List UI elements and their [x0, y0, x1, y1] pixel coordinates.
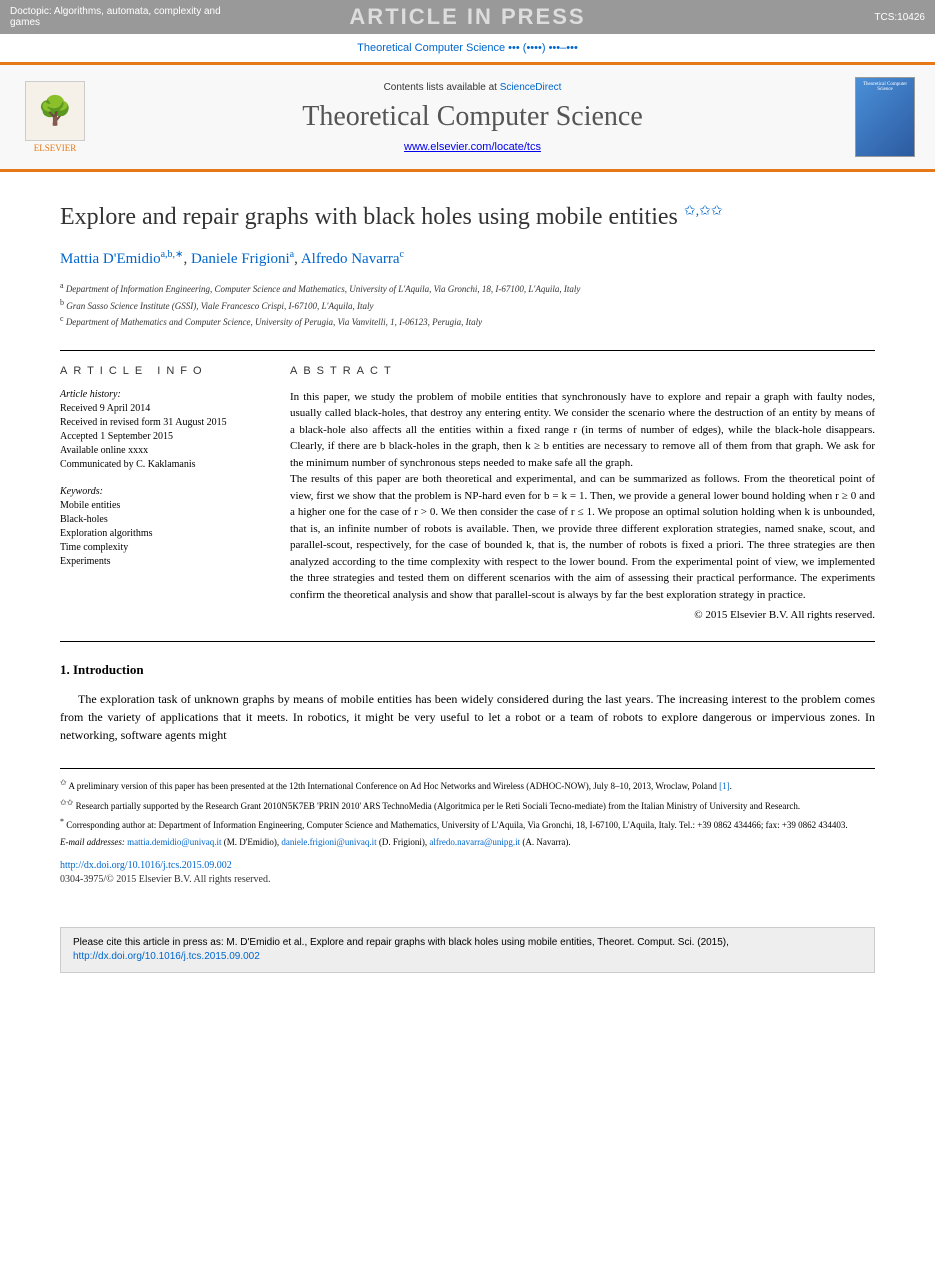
affiliation: a Department of Information Engineering,… [60, 280, 875, 297]
elsevier-logo: 🌳 ELSEVIER [20, 77, 90, 157]
doctopic-label: Doctopic: Algorithms, automata, complexi… [10, 6, 239, 28]
abstract-block: ABSTRACT In this paper, we study the pro… [290, 365, 875, 622]
section-divider [60, 641, 875, 642]
article-info-heading: ARTICLE INFO [60, 365, 260, 377]
keywords-label: Keywords: [60, 486, 260, 497]
press-header-bar: Doctopic: Algorithms, automata, complexi… [0, 0, 935, 34]
issn-line: 0304-3975/© 2015 Elsevier B.V. All right… [60, 873, 875, 887]
article-in-press-label: ARTICLE IN PRESS [239, 4, 697, 30]
keyword: Experiments [60, 555, 260, 569]
citation-box: Please cite this article in press as: M.… [60, 927, 875, 973]
abstract-heading: ABSTRACT [290, 365, 875, 377]
email-link[interactable]: daniele.frigioni@univaq.it [281, 837, 376, 847]
keyword: Mobile entities [60, 499, 260, 513]
history-item: Received in revised form 31 August 2015 [60, 416, 260, 430]
journal-url-link[interactable]: www.elsevier.com/locate/tcs [404, 141, 541, 153]
journal-title: Theoretical Computer Science [90, 101, 855, 133]
abstract-text: In this paper, we study the problem of m… [290, 389, 875, 604]
journal-reference: Theoretical Computer Science ••• (••••) … [0, 34, 935, 62]
affiliation: b Gran Sasso Science Institute (GSSI), V… [60, 297, 875, 314]
journal-center: Contents lists available at ScienceDirec… [90, 82, 855, 153]
author-link[interactable]: Mattia D'Emidio [60, 251, 161, 267]
article-title: Explore and repair graphs with black hol… [60, 202, 875, 233]
doi-link[interactable]: http://dx.doi.org/10.1016/j.tcs.2015.09.… [60, 860, 232, 871]
keyword: Black-holes [60, 513, 260, 527]
section-title: 1. Introduction [60, 662, 875, 678]
footnote: ✩ A preliminary version of this paper ha… [60, 777, 875, 793]
email-link[interactable]: alfredo.navarra@unipg.it [429, 837, 520, 847]
contents-available: Contents lists available at ScienceDirec… [90, 82, 855, 93]
history-item: Accepted 1 September 2015 [60, 430, 260, 444]
author-link[interactable]: Daniele Frigioni [191, 251, 290, 267]
keyword: Exploration algorithms [60, 527, 260, 541]
authors-list: Mattia D'Emidioa,b,∗, Daniele Frigionia,… [60, 249, 875, 268]
journal-cover-thumbnail: Theoretical Computer Science [855, 77, 915, 157]
title-footnote-marks: ✩,✩✩ [684, 204, 723, 219]
article-info-block: ARTICLE INFO Article history: Received 9… [60, 365, 260, 622]
affiliation: c Department of Mathematics and Computer… [60, 313, 875, 330]
footnotes-block: ✩ A preliminary version of this paper ha… [60, 768, 875, 886]
tcs-id-label: TCS:10426 [696, 12, 925, 23]
email-link[interactable]: mattia.demidio@univaq.it [127, 837, 221, 847]
elsevier-text: ELSEVIER [34, 143, 77, 153]
doi-line: http://dx.doi.org/10.1016/j.tcs.2015.09.… [60, 859, 875, 873]
footnote: * Corresponding author at: Department of… [60, 816, 875, 832]
history-item: Communicated by C. Kaklamanis [60, 458, 260, 472]
ref-link[interactable]: [1] [719, 781, 730, 791]
history-label: Article history: [60, 389, 260, 400]
footnote: ✩✩ Research partially supported by the R… [60, 797, 875, 813]
citation-doi-link[interactable]: http://dx.doi.org/10.1016/j.tcs.2015.09.… [73, 951, 260, 962]
abstract-copyright: © 2015 Elsevier B.V. All rights reserved… [290, 609, 875, 621]
history-item: Available online xxxx [60, 444, 260, 458]
keyword: Time complexity [60, 541, 260, 555]
footnote-emails: E-mail addresses: mattia.demidio@univaq.… [60, 836, 875, 849]
body-paragraph: The exploration task of unknown graphs b… [60, 690, 875, 744]
affiliations: a Department of Information Engineering,… [60, 280, 875, 330]
sciencedirect-link[interactable]: ScienceDirect [500, 82, 562, 93]
author-link[interactable]: Alfredo Navarra [301, 251, 400, 267]
elsevier-tree-icon: 🌳 [25, 81, 85, 141]
history-item: Received 9 April 2014 [60, 402, 260, 416]
journal-header: 🌳 ELSEVIER Contents lists available at S… [0, 62, 935, 172]
